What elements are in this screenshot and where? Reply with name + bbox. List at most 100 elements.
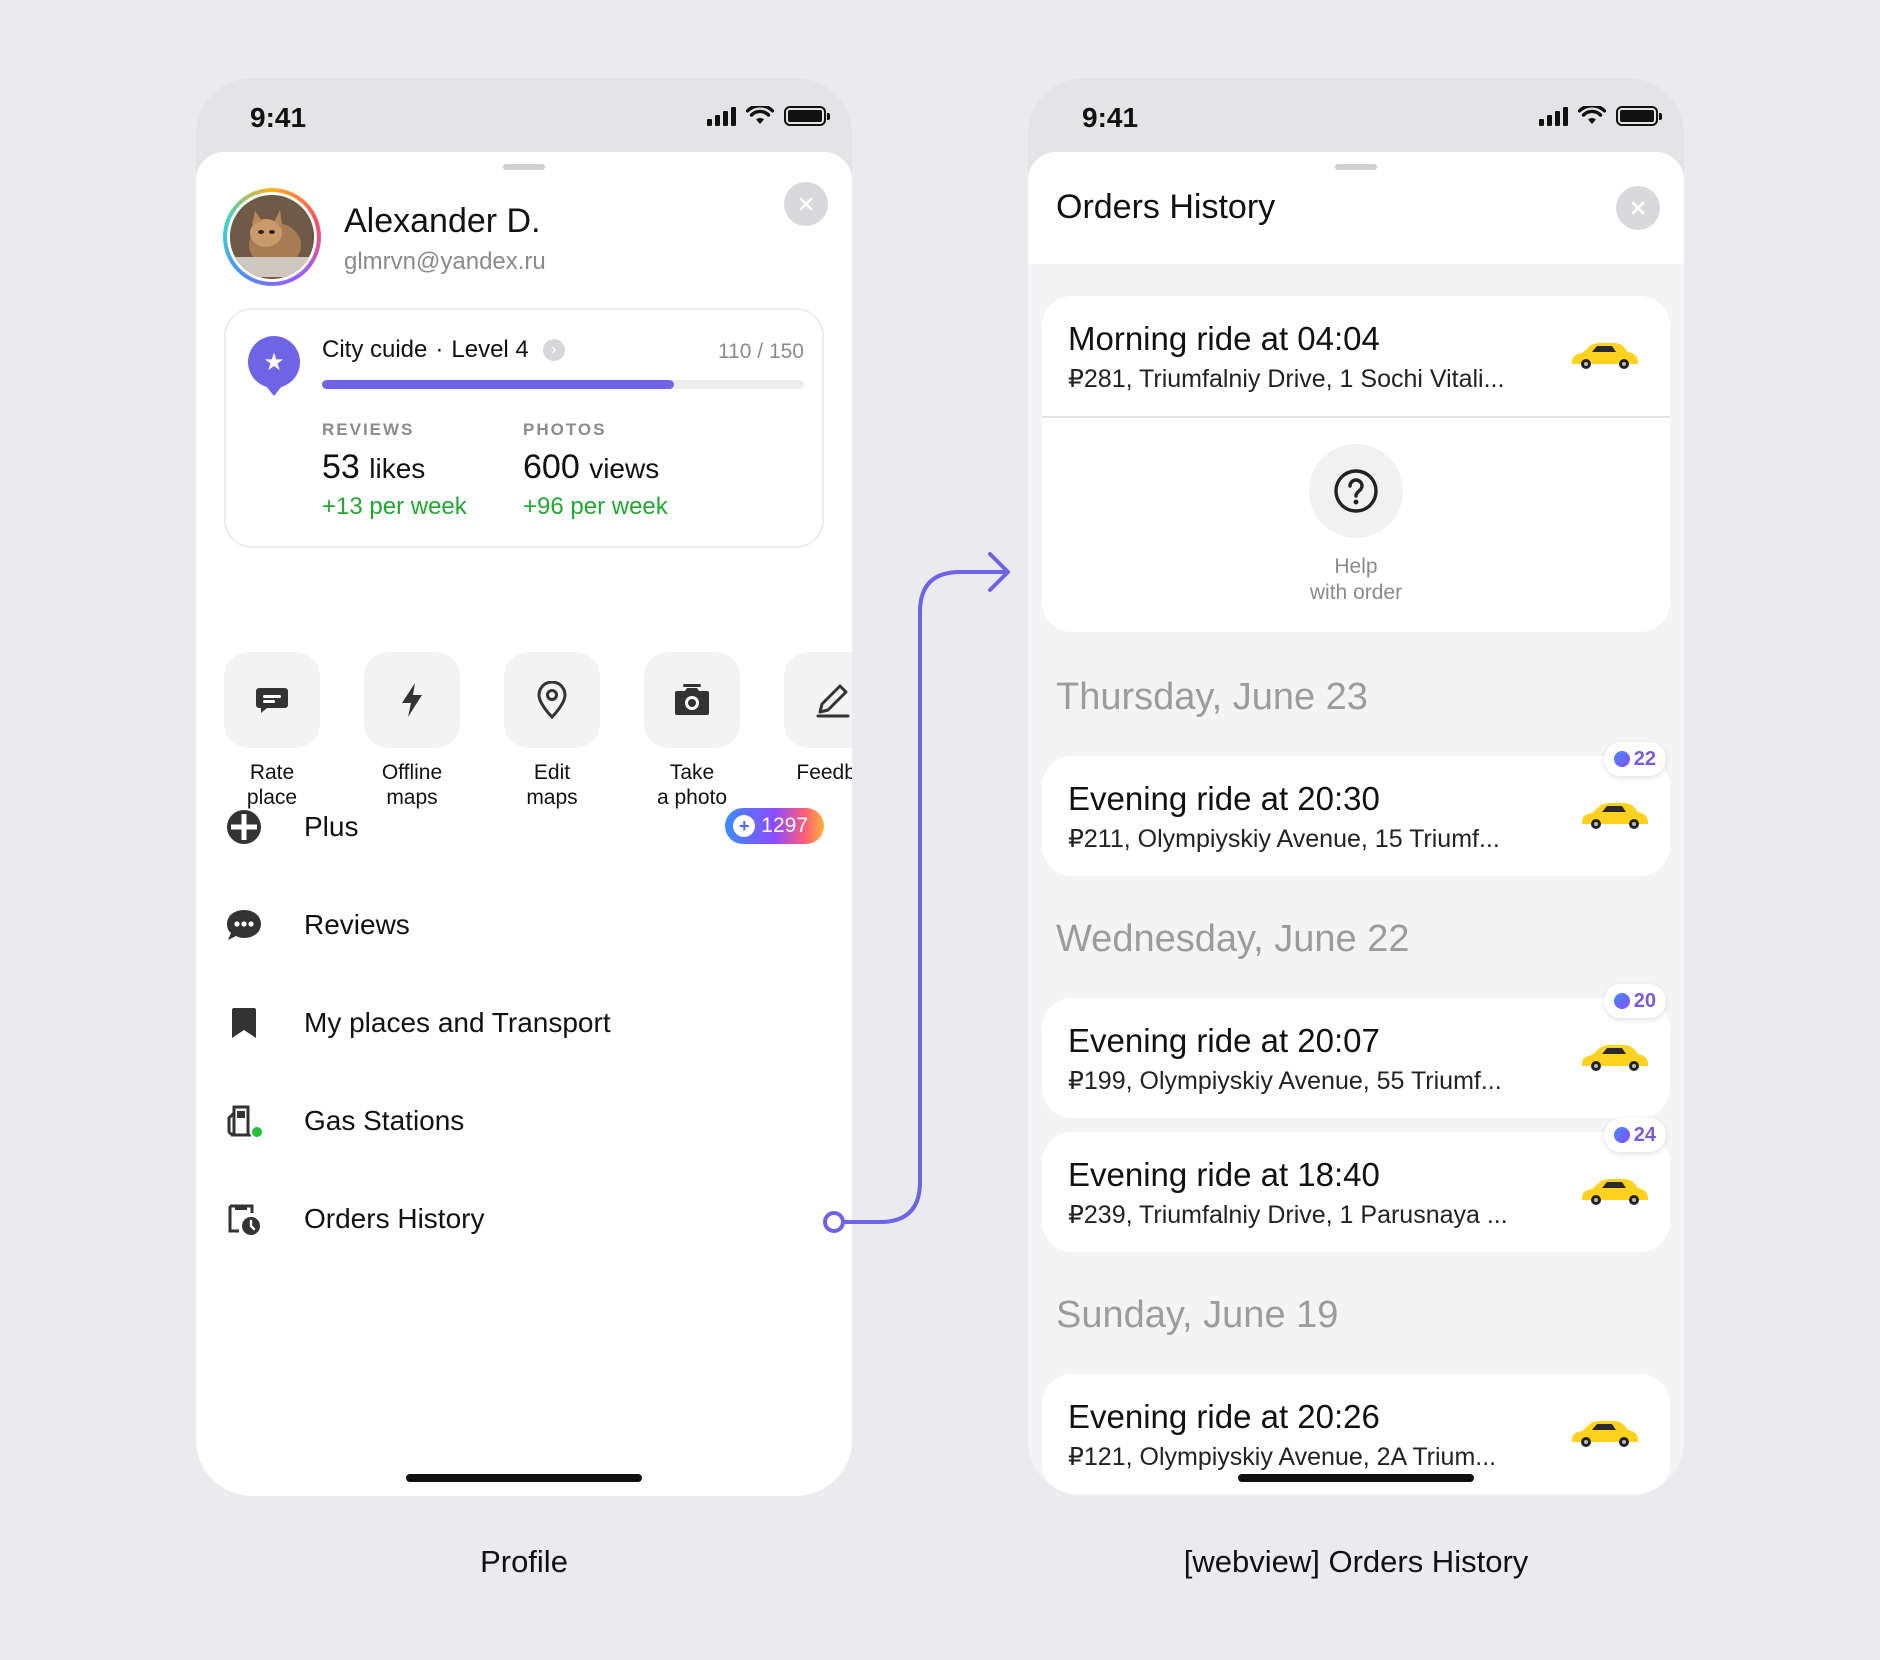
map-pin-icon (537, 681, 567, 719)
status-icons (1539, 106, 1662, 126)
comments-icon (227, 910, 261, 940)
plus-points-icon (1613, 751, 1630, 767)
plus-points-icon (1613, 993, 1630, 1009)
guide-progress-bar (322, 380, 804, 389)
current-order-section: Morning ride at 04:04 ₽281, Triumfalniy … (1042, 296, 1670, 632)
close-icon (799, 197, 813, 211)
order-group: Sunday, June 19 (1042, 1294, 1670, 1337)
taxi-car-icon (1572, 343, 1638, 369)
star-icon: ★ (263, 348, 285, 376)
order-subtitle: ₽239, Triumfalniy Drive, 1 Parusnaya ... (1068, 1201, 1508, 1229)
status-time: 9:41 (1082, 102, 1139, 133)
order-title: Evening ride at 20:07 (1068, 1022, 1380, 1059)
chevron-right-icon[interactable]: › (542, 339, 565, 361)
menu-label: Reviews (304, 909, 410, 940)
orders-sheet: Orders History Morning ride at 04:04 ₽28… (1028, 152, 1684, 1496)
orders-list-background: Morning ride at 04:04 ₽281, Triumfalniy … (1028, 264, 1684, 1496)
current-order-card[interactable]: Morning ride at 04:04 ₽281, Triumfalniy … (1042, 296, 1670, 632)
avatar[interactable] (223, 188, 321, 286)
caption-orders-history: [webview] Orders History (1183, 1544, 1529, 1579)
sheet-grabber[interactable] (1335, 164, 1377, 170)
order-subtitle: ₽281, Triumfalniy Drive, 1 Sochi Vitali.… (1068, 365, 1505, 393)
guide-separator: · (435, 336, 444, 363)
battery-icon (784, 106, 830, 126)
taxi-car-icon (1582, 1045, 1648, 1071)
status-bar: 9:41 (196, 78, 852, 152)
close-button[interactable] (1616, 186, 1660, 230)
taxi-car-icon (1582, 803, 1648, 829)
profile-phone-frame: 9:41 Alexander D. glmrvn@yandex.ru ★ Cit… (196, 78, 852, 1496)
stat-label: PHOTOS (523, 420, 607, 439)
city-guide-card[interactable]: ★ City cuide · Level 4 › 110 / 150 REVIE… (224, 308, 824, 548)
guide-level-badge: ★ (248, 336, 300, 396)
points-value: 24 (1633, 1123, 1656, 1146)
order-row[interactable]: Evening ride at 20:30 ₽211, Olympiyskiy … (1042, 756, 1670, 876)
points-value: 22 (1633, 747, 1656, 770)
caption-profile: Profile (480, 1544, 568, 1579)
order-row[interactable]: Evening ride at 20:07 ₽199, Olympiyskiy … (1042, 998, 1670, 1118)
taxi-car-icon (1572, 1421, 1638, 1447)
date-heading: Wednesday, June 22 (1056, 918, 1410, 960)
stat-delta: +13 per week (322, 493, 467, 520)
guide-level: Level 4 (451, 336, 529, 363)
order-card-wrap: Evening ride at 20:30 ₽211, Olympiyskiy … (1042, 742, 1670, 876)
order-group: Wednesday, June 22 (1042, 918, 1670, 961)
order-row[interactable]: Evening ride at 18:40 ₽239, Triumfalniy … (1042, 1132, 1670, 1252)
chat-bubble-icon (256, 688, 288, 713)
order-card[interactable]: Evening ride at 20:30 ₽211, Olympiyskiy … (1042, 742, 1670, 876)
menu-label: My places and Transport (304, 1007, 611, 1038)
profile-email: glmrvn@yandex.ru (344, 248, 546, 275)
order-card[interactable]: Evening ride at 20:07 ₽199, Olympiyskiy … (1042, 984, 1670, 1118)
date-heading: Sunday, June 19 (1056, 1294, 1339, 1336)
close-button[interactable] (784, 182, 828, 226)
menu-item-reviews[interactable]: Reviews (224, 876, 824, 974)
status-time: 9:41 (250, 102, 307, 133)
order-title: Evening ride at 20:30 (1068, 780, 1380, 817)
stat-photos: PHOTOS 600 views +96 per week (523, 420, 668, 521)
battery-icon (1616, 106, 1662, 126)
menu-item-gas-stations[interactable]: Gas Stations (224, 1072, 824, 1170)
taxi-car-icon (1582, 1179, 1648, 1205)
profile-sheet: Alexander D. glmrvn@yandex.ru ★ City cui… (196, 152, 852, 1496)
order-row[interactable]: Morning ride at 04:04 ₽281, Triumfalniy … (1042, 296, 1670, 416)
order-title: Morning ride at 04:04 (1068, 320, 1380, 357)
lightning-icon (402, 683, 422, 717)
guide-name: City cuide (322, 336, 428, 363)
status-bar: 9:41 (1028, 78, 1684, 152)
help-button[interactable] (1309, 444, 1403, 538)
pencil-icon (816, 684, 850, 718)
plus-points-icon (1613, 1127, 1630, 1143)
signal-icon (707, 106, 736, 126)
wifi-icon (746, 106, 774, 124)
stat-delta: +96 per week (523, 493, 668, 520)
order-title: Evening ride at 20:26 (1068, 1398, 1380, 1435)
help-with-order[interactable]: Help with order (1042, 416, 1670, 632)
guide-title: City cuide · Level 4 › (322, 336, 565, 364)
status-dot (250, 1125, 264, 1139)
menu-item-orders-history[interactable]: Orders History (224, 1170, 824, 1268)
menu-item-plus[interactable]: Plus + 1297 (224, 778, 824, 876)
cashback-points-badge: 20 (1603, 984, 1666, 1018)
stat-value: 53 likes (322, 448, 426, 486)
guide-progress-text: 110 / 150 (717, 340, 804, 363)
order-title: Evening ride at 18:40 (1068, 1156, 1380, 1193)
help-label: Help with order (1309, 555, 1403, 604)
sheet-grabber[interactable] (503, 164, 545, 170)
date-heading: Thursday, June 23 (1056, 676, 1368, 718)
points-value: 20 (1633, 989, 1656, 1012)
bookmark-icon (232, 1008, 256, 1038)
plus-icon (227, 810, 261, 844)
menu-item-my-places[interactable]: My places and Transport (224, 974, 824, 1072)
signal-icon (1539, 106, 1568, 126)
menu-label: Plus (304, 811, 359, 842)
wifi-icon (1578, 106, 1606, 124)
order-subtitle: ₽211, Olympiyskiy Avenue, 15 Triumf... (1068, 825, 1500, 853)
order-card-wrap: Evening ride at 20:07 ₽199, Olympiyskiy … (1042, 984, 1670, 1118)
orders-history-icon (228, 1204, 260, 1235)
orders-phone-frame: 9:41 Orders History Morning ride at 04:0… (1028, 78, 1684, 1496)
order-subtitle: ₽121, Olympiyskiy Avenue, 2A Trium... (1068, 1443, 1497, 1471)
stat-label: REVIEWS (322, 420, 415, 439)
home-indicator (406, 1474, 642, 1482)
menu-label: Gas Stations (304, 1105, 465, 1136)
order-card[interactable]: Evening ride at 18:40 ₽239, Triumfalniy … (1042, 1118, 1670, 1252)
